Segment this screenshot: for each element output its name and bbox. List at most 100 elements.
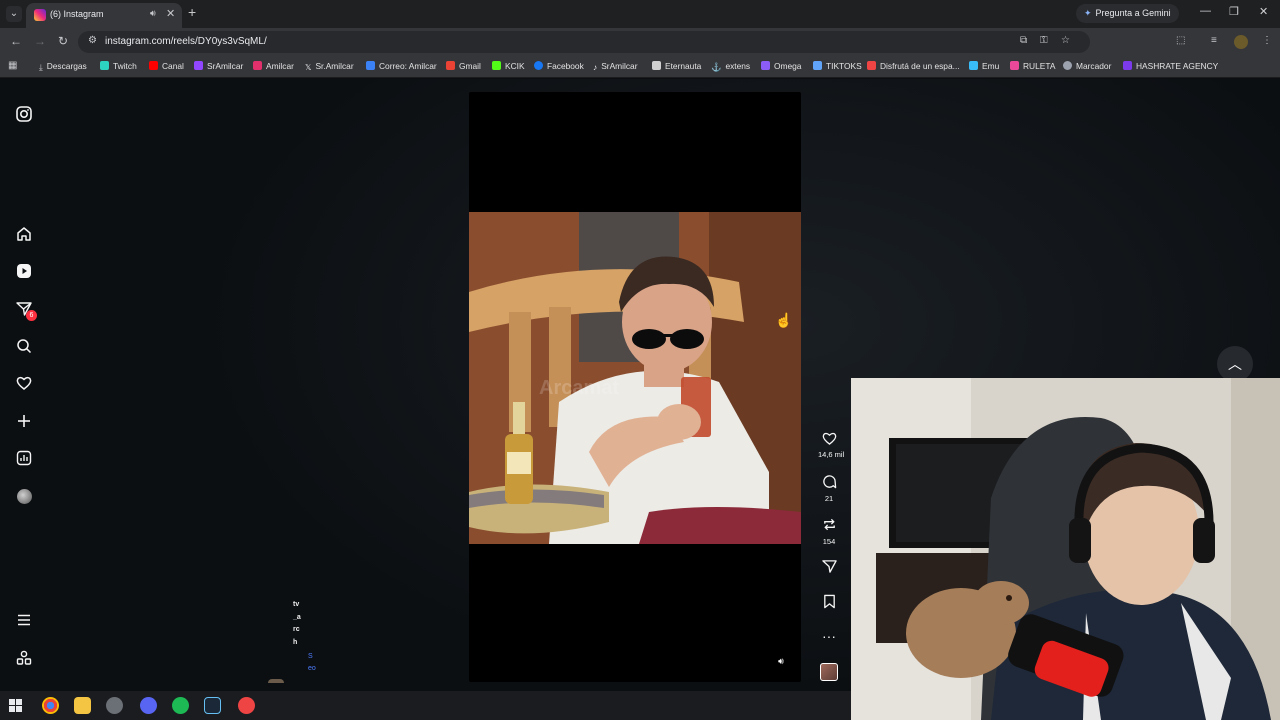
steam-icon[interactable] xyxy=(204,697,221,714)
reel-video-frame: Arcamat xyxy=(469,212,801,544)
bookmark-star-icon[interactable]: ☆ xyxy=(1061,35,1070,46)
bookmark-item[interactable]: 𝕏 Sr.Amilcar xyxy=(305,61,354,72)
forward-icon[interactable]: → xyxy=(34,34,46,48)
comment-count: 21 xyxy=(824,494,834,503)
tab-strip: ⌄ (6) Instagram 🔊︎ ✕ + ✦ Pregunta a Gemin… xyxy=(0,0,1280,28)
browser-toolbar: ← → ↻ ⚙ instagram.com/reels/DY0ys3vSqML/… xyxy=(0,28,1280,56)
reel-caption-username[interactable]: tv_arch xyxy=(293,599,301,649)
password-key-icon[interactable]: ⚿ xyxy=(1040,35,1048,46)
menu-dots-icon[interactable]: ⋮ xyxy=(1262,35,1272,46)
more-options-button[interactable]: ··· xyxy=(818,628,840,644)
apps-grid-icon[interactable]: ▦ xyxy=(8,60,17,71)
author-avatar[interactable] xyxy=(268,679,284,683)
bookmark-item[interactable]: Disfrutá de un espa... xyxy=(867,61,960,71)
reel-video[interactable]: Arcamat 🔊︎ xyxy=(469,92,801,682)
bookmark-item[interactable]: ⚓ extens xyxy=(711,61,750,72)
omega-icon xyxy=(761,61,770,70)
bookmark-item[interactable]: TIKTOKS xyxy=(813,61,862,71)
repost-count: 154 xyxy=(822,537,836,546)
meta-apps-icon[interactable] xyxy=(15,650,33,668)
reels-icon[interactable] xyxy=(15,263,33,281)
media-controls-icon[interactable]: ≡ xyxy=(1211,35,1217,46)
obs-icon[interactable] xyxy=(238,697,255,714)
reload-icon[interactable]: ↻ xyxy=(58,34,68,48)
site-info-icon[interactable]: ⚙ xyxy=(88,35,97,46)
tab-search-button[interactable]: ⌄ xyxy=(6,6,22,22)
file-explorer-icon[interactable] xyxy=(74,697,91,714)
volume-icon[interactable]: 🔊︎ xyxy=(774,654,788,668)
bookmark-item[interactable]: Amilcar xyxy=(253,61,294,71)
bookmark-item[interactable]: Omega xyxy=(761,61,801,71)
minimize-icon[interactable]: — xyxy=(1200,5,1211,17)
instagram-logo-icon[interactable] xyxy=(15,106,33,124)
reel-scene-illustration xyxy=(469,212,801,544)
x-icon: 𝕏 xyxy=(305,63,312,72)
comment-icon xyxy=(818,474,840,492)
home-icon[interactable] xyxy=(15,226,33,244)
close-window-icon[interactable]: ✕ xyxy=(1259,5,1268,18)
outlook-icon xyxy=(366,61,375,70)
drive-icon xyxy=(813,61,822,70)
bookmark-item[interactable]: HASHRATE AGENCY xyxy=(1123,61,1218,71)
share-paper-plane-icon xyxy=(818,559,840,577)
bookmark-item[interactable]: Twitch xyxy=(100,61,137,71)
like-button[interactable]: 14,6 mil xyxy=(818,431,844,459)
gemini-button[interactable]: ✦ Pregunta a Gemini xyxy=(1076,4,1179,23)
page-icon xyxy=(652,61,661,70)
emu-icon xyxy=(969,61,978,70)
search-icon[interactable] xyxy=(15,338,33,356)
app-icon[interactable] xyxy=(106,697,123,714)
chrome-icon[interactable] xyxy=(42,697,59,714)
bookmark-item[interactable]: Canal xyxy=(149,61,184,71)
dashboard-icon[interactable] xyxy=(15,450,33,468)
bookmark-item[interactable]: ⤓ Descargas xyxy=(39,61,87,72)
bookmark-item[interactable]: Emu xyxy=(969,61,999,71)
save-button[interactable] xyxy=(818,594,840,612)
roulette-icon xyxy=(1010,61,1019,70)
audio-thumbnail[interactable] xyxy=(820,663,838,681)
heart-icon xyxy=(818,431,840,448)
bookmark-item[interactable]: RULETA xyxy=(1010,61,1055,71)
address-bar[interactable]: ⚙ instagram.com/reels/DY0ys3vSqML/ ⧉ ⚿ ☆ xyxy=(78,31,1090,53)
bookmark-item[interactable]: Facebook xyxy=(534,61,584,71)
windows-taskbar xyxy=(0,691,851,720)
instagram-favicon-icon xyxy=(34,9,46,21)
bookmark-item[interactable]: SrAmilcar xyxy=(194,61,243,71)
comment-button[interactable]: 21 xyxy=(818,474,840,503)
twitch-icon xyxy=(100,61,109,70)
new-tab-button[interactable]: + xyxy=(188,5,196,19)
windows-start-icon[interactable] xyxy=(9,699,22,712)
bookmark-item[interactable]: Marcador xyxy=(1063,61,1111,71)
heart-icon[interactable] xyxy=(15,375,33,393)
bookmark-item[interactable]: KCIK xyxy=(492,61,525,71)
download-icon: ⤓ xyxy=(39,62,43,72)
speaker-icon[interactable]: 🔊︎ xyxy=(150,8,156,19)
profile-avatar-nav[interactable] xyxy=(17,489,32,504)
hamburger-menu-icon[interactable] xyxy=(15,612,33,630)
bookmark-item[interactable]: Eternauta xyxy=(652,61,701,71)
tiktok-icon: ♪ xyxy=(593,62,598,72)
bookmark-item[interactable]: ♪ SrAmilcar xyxy=(593,61,637,72)
back-icon[interactable]: ← xyxy=(10,34,22,48)
bookmark-item[interactable]: Correo: Amilcar xyxy=(366,61,437,71)
profile-avatar[interactable] xyxy=(1234,35,1248,49)
discord-icon[interactable] xyxy=(140,697,157,714)
restore-icon[interactable]: ❐ xyxy=(1229,5,1239,18)
gmail-icon xyxy=(446,61,455,70)
spotify-icon[interactable] xyxy=(172,697,189,714)
hand-cursor-icon: ☝ xyxy=(775,312,793,328)
active-tab[interactable]: (6) Instagram 🔊︎ ✕ xyxy=(26,3,182,28)
share-button[interactable] xyxy=(818,559,840,577)
repost-button[interactable]: 154 xyxy=(818,517,840,546)
close-tab-icon[interactable]: ✕ xyxy=(166,7,175,20)
extension-link-icon: ⚓ xyxy=(711,62,722,72)
marcador-icon xyxy=(1063,61,1072,70)
see-more-link[interactable]: Seo xyxy=(308,651,316,675)
previous-reel-chevron-up-icon[interactable]: ︿ xyxy=(1217,346,1253,382)
install-app-icon[interactable]: ⧉ xyxy=(1020,35,1027,46)
reel-watermark: Arcamat xyxy=(539,377,620,399)
create-plus-icon[interactable] xyxy=(15,413,33,431)
webcam-scene-illustration xyxy=(851,378,1280,720)
extensions-icon[interactable]: ⬚ xyxy=(1176,35,1185,46)
bookmark-item[interactable]: Gmail xyxy=(446,61,481,71)
